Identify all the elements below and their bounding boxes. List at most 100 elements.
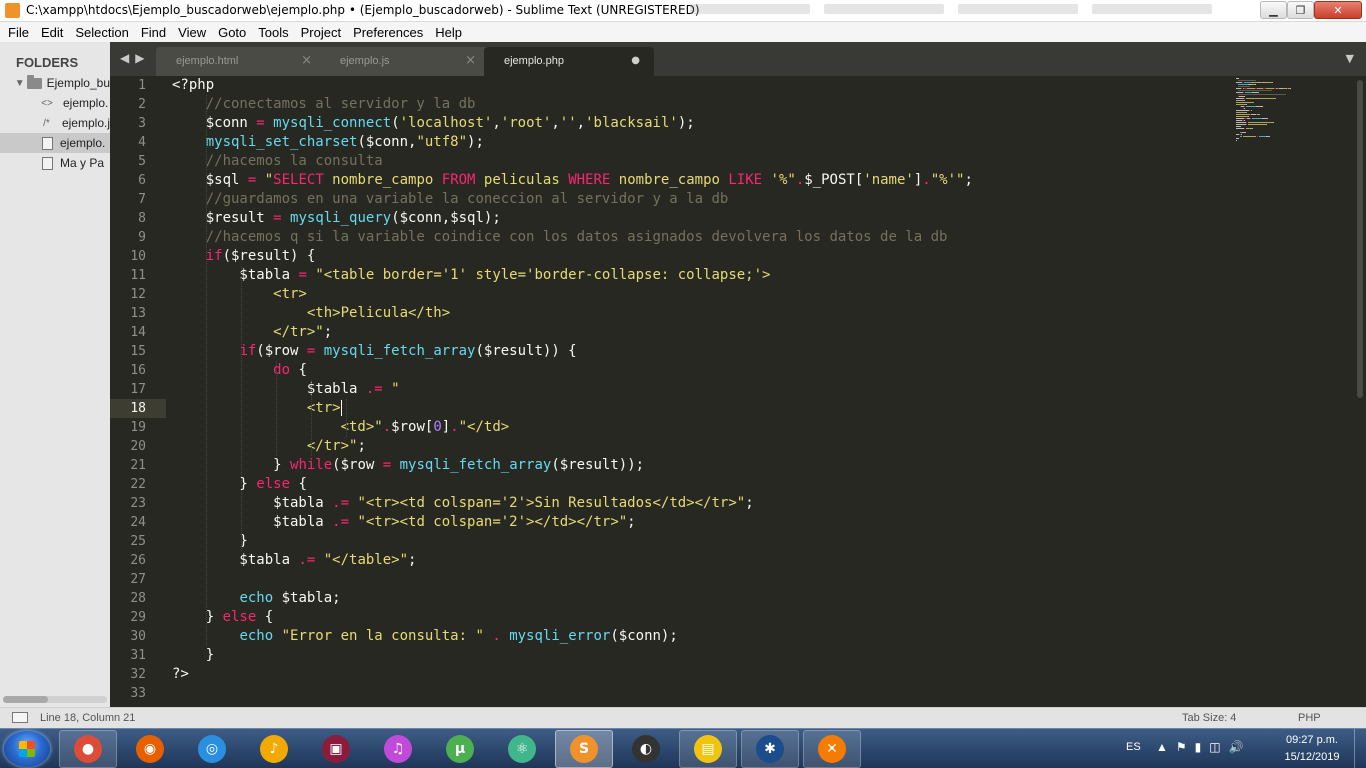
code-editor[interactable]: 1 2 3 4 5 6 7 8 9 10 11 12 13 14 15 16 17 18 19 20 21 22 23 24 2… bbox=[110, 76, 1366, 707]
close-icon[interactable]: × bbox=[465, 53, 476, 68]
code-line[interactable]: //guardamos en una variable la coneccion… bbox=[172, 190, 729, 209]
menu-file[interactable]: File bbox=[2, 25, 35, 40]
syntax-mode[interactable]: PHP bbox=[1298, 712, 1321, 724]
code-token: else bbox=[222, 609, 257, 625]
taskbar-xampp[interactable]: ✕ bbox=[803, 730, 861, 768]
taskbar-winrar[interactable]: ▣ bbox=[307, 730, 365, 768]
code-line[interactable]: } bbox=[172, 646, 214, 665]
menu-help[interactable]: Help bbox=[429, 25, 468, 40]
editor-scrollbar-thumb[interactable] bbox=[1357, 80, 1363, 398]
code-line[interactable]: do { bbox=[172, 361, 307, 380]
minimap-line bbox=[1246, 98, 1276, 99]
tray-icons[interactable]: ▲⚑▮◫🔊 bbox=[1156, 740, 1252, 754]
code-line[interactable]: //hacemos q si la variable coindice con … bbox=[172, 228, 948, 247]
file-label: ejemplo. bbox=[60, 136, 106, 150]
code-token: } bbox=[172, 647, 215, 663]
taskbar-firefox[interactable]: ◉ bbox=[121, 730, 179, 768]
folder-row[interactable]: ▼ Ejemplo_bu bbox=[0, 73, 110, 93]
clock-date[interactable]: 15/12/2019 bbox=[1276, 751, 1348, 763]
menu-project[interactable]: Project bbox=[295, 25, 347, 40]
minimize-button[interactable]: ▁ bbox=[1260, 1, 1287, 19]
clock-time[interactable]: 09:27 p.m. bbox=[1282, 734, 1342, 746]
code-line[interactable]: </tr>"; bbox=[172, 437, 366, 456]
close-button[interactable]: ✕ bbox=[1314, 1, 1362, 19]
code-line[interactable]: $tabla .= "<tr><td colspan='2'>Sin Resul… bbox=[172, 494, 753, 513]
minimap-line bbox=[1246, 122, 1247, 123]
tab-ejemplo-js[interactable]: ejemplo.js × bbox=[320, 47, 490, 76]
menu-view[interactable]: View bbox=[172, 25, 212, 40]
menu-tools[interactable]: Tools bbox=[252, 25, 294, 40]
menu-edit[interactable]: Edit bbox=[35, 25, 69, 40]
code-token: } bbox=[172, 476, 257, 492]
taskbar-itunes[interactable]: ♫ bbox=[369, 730, 427, 768]
code-line[interactable]: } else { bbox=[172, 475, 306, 494]
menu-preferences[interactable]: Preferences bbox=[347, 25, 429, 40]
maximize-button[interactable]: ❐ bbox=[1287, 1, 1314, 19]
taskbar-sublime-text[interactable]: S bbox=[555, 730, 613, 768]
taskbar-atom[interactable]: ⚛ bbox=[493, 730, 551, 768]
code-token: "</table>" bbox=[323, 552, 409, 568]
code-line[interactable]: //hacemos la consulta bbox=[172, 152, 383, 171]
tab-size[interactable]: Tab Size: 4 bbox=[1182, 712, 1236, 724]
taskbar-chrome[interactable]: ● bbox=[59, 730, 117, 768]
code-line[interactable]: if($result) { bbox=[172, 247, 316, 266]
language-indicator[interactable]: ES bbox=[1126, 741, 1141, 753]
file-row-html[interactable]: <> ejemplo. bbox=[0, 93, 110, 113]
file-row-other[interactable]: Ma y Pa bbox=[0, 153, 110, 173]
code-line[interactable]: } while($row = mysqli_fetch_array($resul… bbox=[172, 456, 644, 475]
code-line[interactable]: if($row = mysqli_fetch_array($result)) { bbox=[172, 342, 576, 361]
unsaved-dot-icon[interactable]: ● bbox=[631, 55, 640, 66]
chevron-down-icon[interactable]: ▼ bbox=[12, 78, 27, 89]
line-number: 18 bbox=[130, 401, 146, 416]
menu-goto[interactable]: Goto bbox=[212, 25, 252, 40]
code-line[interactable]: <th>Pelicula</th> bbox=[172, 304, 450, 323]
code-line[interactable]: //conectamos al servidor y la db bbox=[172, 95, 476, 114]
code-line[interactable]: <tr> bbox=[172, 285, 307, 304]
code-line[interactable]: <td>".$row[0]."</td> bbox=[172, 418, 510, 437]
code-line[interactable]: ?> bbox=[172, 665, 189, 684]
file-row-js[interactable]: /* ejemplo.j bbox=[0, 113, 110, 133]
minimap-line bbox=[1236, 112, 1247, 113]
code-line[interactable]: </tr>"; bbox=[172, 323, 332, 342]
menu-selection[interactable]: Selection bbox=[69, 25, 134, 40]
code-token: ; bbox=[357, 438, 366, 454]
code-line[interactable]: $sql = "SELECT nombre_campo FROM pelicul… bbox=[172, 171, 973, 190]
taskbar-safari[interactable]: ◎ bbox=[183, 730, 241, 768]
panel-toggle-icon[interactable] bbox=[12, 712, 28, 723]
code-line[interactable]: echo "Error en la consulta: " . mysqli_e… bbox=[172, 627, 677, 646]
code-line[interactable]: } bbox=[172, 532, 247, 551]
file-icon bbox=[42, 136, 53, 150]
taskbar-file-explorer[interactable]: ▤ bbox=[679, 730, 737, 768]
code-line[interactable]: $tabla .= "</table>"; bbox=[172, 551, 416, 570]
code-token: . bbox=[922, 172, 931, 188]
code-line[interactable]: $result = mysqli_query($conn,$sql); bbox=[172, 209, 501, 228]
start-button[interactable] bbox=[4, 731, 50, 767]
code-line[interactable]: <tr> bbox=[172, 399, 342, 418]
code-line[interactable]: mysqli_set_charset($conn,"utf8"); bbox=[172, 133, 484, 152]
code-token: .= bbox=[298, 552, 316, 568]
file-row-php[interactable]: ejemplo. bbox=[0, 133, 110, 153]
taskbar-utorrent[interactable]: µ bbox=[431, 730, 489, 768]
tab-nav-arrows-icon[interactable]: ◀▶ bbox=[120, 51, 150, 65]
code-line[interactable]: } else { bbox=[172, 608, 273, 627]
code-token: 'root' bbox=[500, 115, 552, 131]
taskbar-media-app[interactable]: ✱ bbox=[741, 730, 799, 768]
code-line[interactable]: $conn = mysqli_connect('localhost','root… bbox=[172, 114, 695, 133]
menu-find[interactable]: Find bbox=[135, 25, 172, 40]
show-desktop-button[interactable] bbox=[1354, 729, 1366, 768]
code-token: ; bbox=[964, 172, 973, 188]
line-number: 19 bbox=[130, 420, 146, 435]
minimap[interactable] bbox=[1236, 78, 1328, 142]
tab-dropdown-icon[interactable]: ▼ bbox=[1346, 52, 1354, 65]
tab-ejemplo-html[interactable]: ejemplo.html × bbox=[156, 47, 326, 76]
sidebar-scrollbar-thumb[interactable] bbox=[3, 696, 48, 703]
code-line[interactable]: $tabla = "<table border='1' style='borde… bbox=[172, 266, 770, 285]
code-line[interactable]: echo $tabla; bbox=[172, 589, 340, 608]
tab-ejemplo-php[interactable]: ejemplo.php ● bbox=[484, 47, 654, 76]
code-token: //guardamos en una variable la coneccion… bbox=[205, 191, 729, 207]
close-icon[interactable]: × bbox=[301, 53, 312, 68]
taskbar-fl-studio[interactable]: ♪ bbox=[245, 730, 303, 768]
code-line[interactable]: <?php bbox=[172, 76, 214, 95]
taskbar-obs[interactable]: ◐ bbox=[617, 730, 675, 768]
